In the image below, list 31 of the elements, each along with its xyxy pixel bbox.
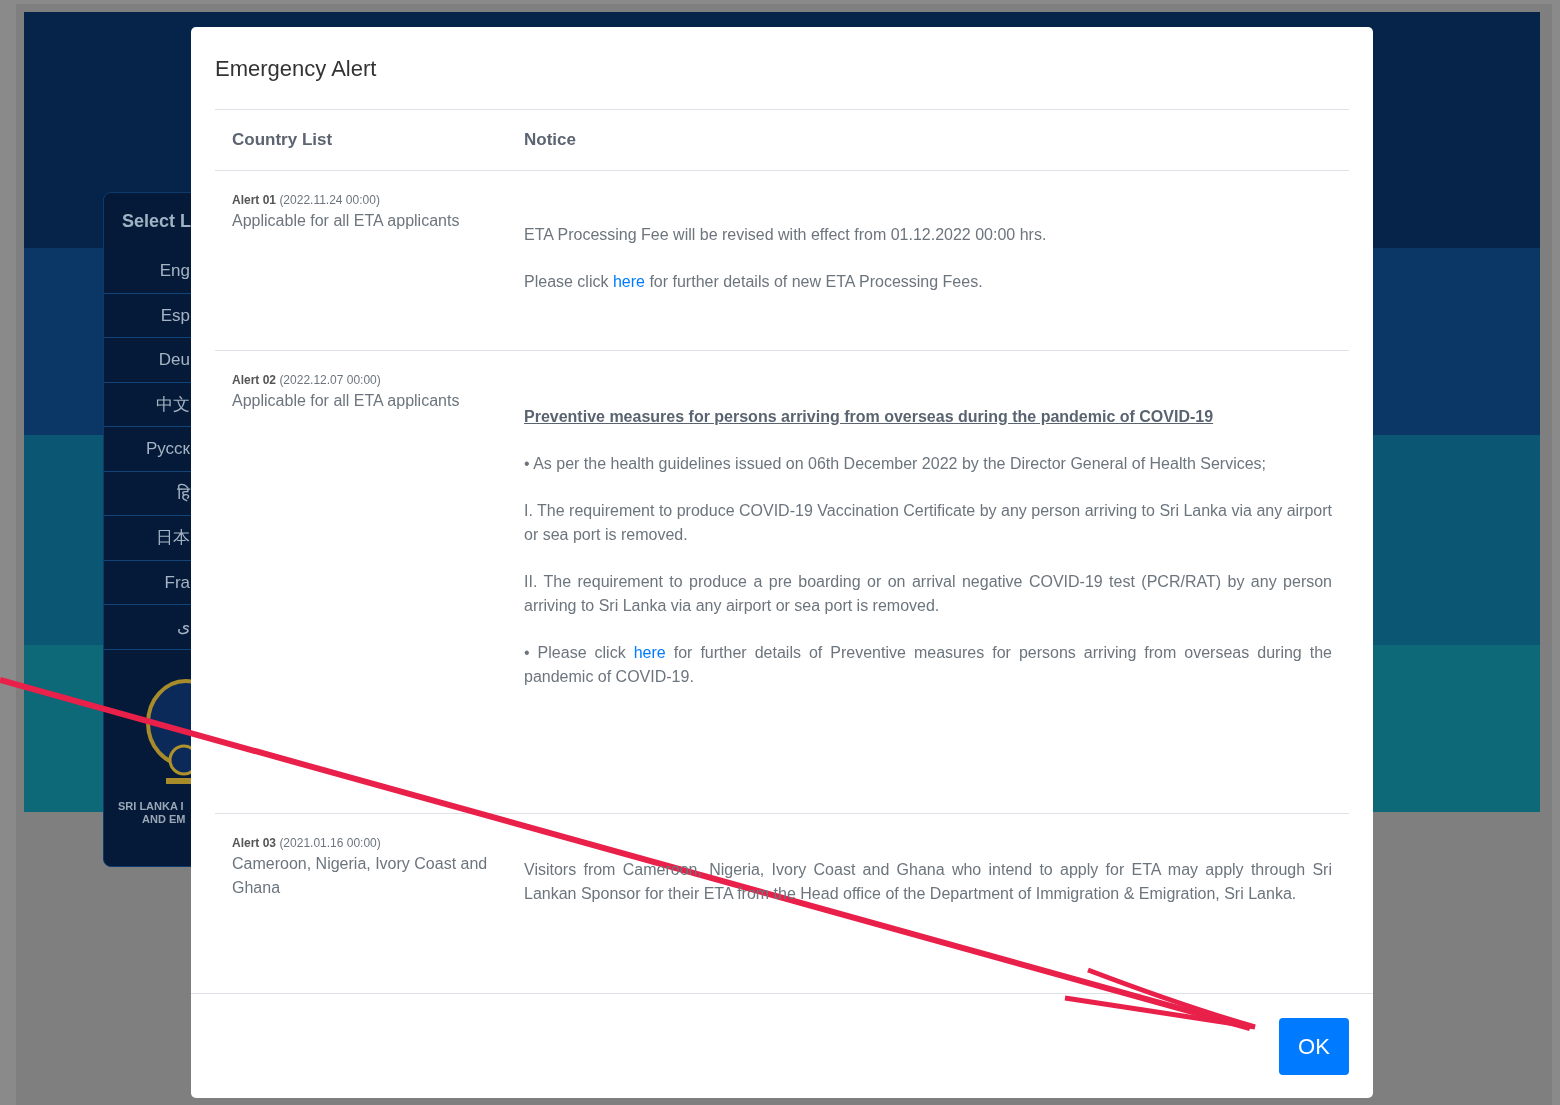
notice-paragraph: II. The requirement to produce a pre boarding or on arrival negative COVID-19 test (PCR/RAT) by any person arriving to Sri Lanka via any airport or sea port is removed. (524, 572, 1332, 616)
language-item[interactable]: Русск (145, 436, 190, 462)
panel-title: Select L (122, 209, 192, 233)
notice-paragraph: • Please click here for further details of Preventive measures for persons arriving from overseas during the pandemic of COVID-19. (524, 643, 1332, 687)
alert-label: Alert 01 (2022.11.24 00:00) (232, 192, 381, 209)
emblem-caption: AND EM (141, 812, 186, 826)
column-header: Notice (523, 129, 576, 152)
language-item[interactable]: 日本 (156, 525, 190, 551)
language-item[interactable]: Esp (160, 302, 190, 328)
here-link[interactable]: here (612, 273, 645, 290)
alert-scope: Applicable for all ETA applicants (232, 211, 461, 231)
ok-button[interactable]: OK (1279, 1017, 1349, 1075)
alert-scope: Cameroon, Nigeria, Ivory Coast and Ghana (232, 854, 489, 898)
dialog-title: Emergency Alert (215, 54, 377, 83)
language-item[interactable]: हि (177, 480, 190, 506)
alert-label: Alert 03 (2021.01.16 00:00) (232, 835, 382, 852)
language-item[interactable]: Deu (158, 347, 190, 373)
language-item[interactable]: 中文 (156, 391, 190, 417)
alert-scope: Applicable for all ETA applicants (232, 391, 461, 411)
language-item[interactable]: Fra (164, 569, 190, 595)
notice-paragraph: Please click here for further details of new ETA Processing Fees. (524, 272, 984, 292)
here-link[interactable]: here (633, 644, 666, 661)
language-item[interactable]: Eng (159, 258, 190, 284)
language-item[interactable]: ی (177, 614, 190, 640)
alert-label: Alert 02 (2022.12.07 00:00) (232, 372, 382, 389)
emblem-caption: SRI LANKA I (118, 799, 184, 813)
notice-heading: Preventive measures for persons arriving from overseas during the pandemic of COVID-19 (524, 407, 1215, 427)
notice-paragraph: ETA Processing Fee will be revised with effect from 01.12.2022 00:00 hrs. (524, 225, 1048, 245)
notice-paragraph: • As per the health guidelines issued on 06th December 2022 by the Director General of Health Services; (524, 454, 1268, 474)
notice-paragraph: I. The requirement to produce COVID-19 Vaccination Certificate by any person arriving to Sri Lanka via any airport or sea port is removed. (524, 501, 1332, 545)
column-header: Country List (231, 129, 334, 152)
